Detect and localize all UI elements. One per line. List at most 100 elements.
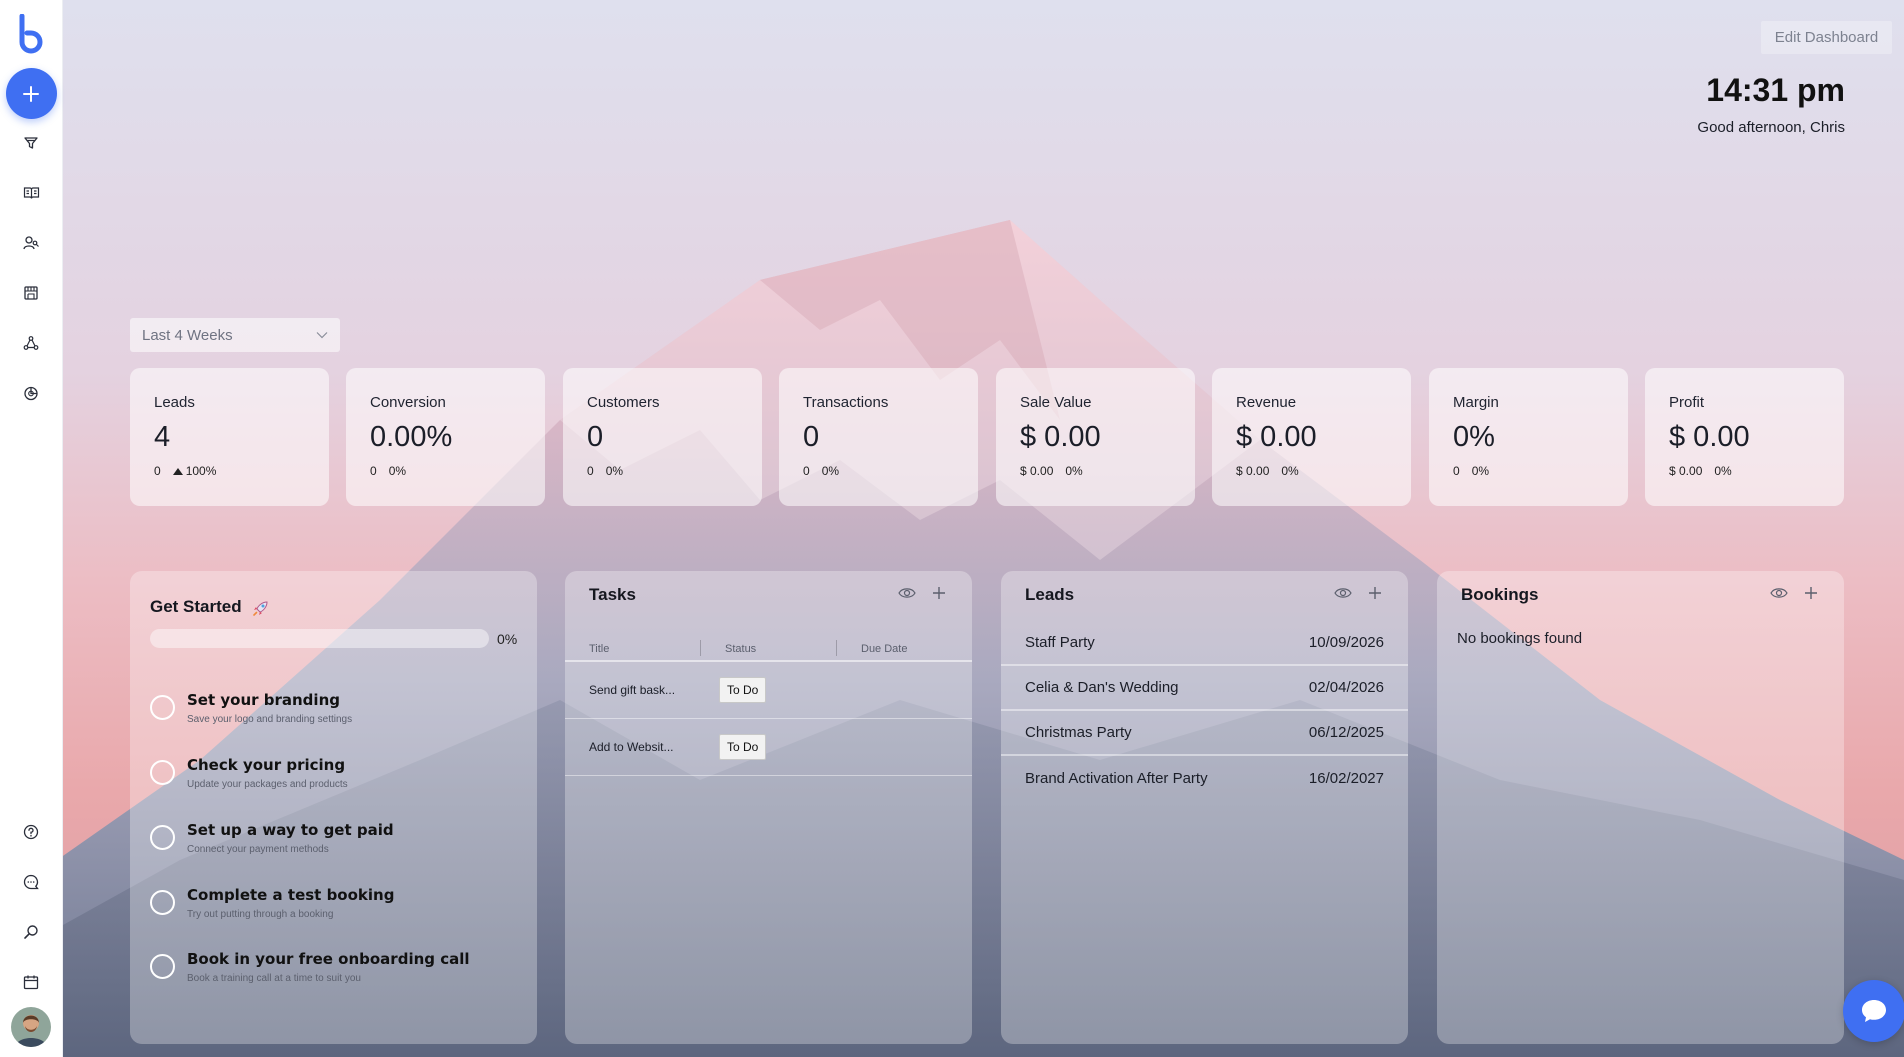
edit-dashboard-button[interactable]: Edit Dashboard [1761,21,1892,54]
checklist-item-pricing[interactable]: Check your pricing Update your packages a… [150,756,348,790]
search-icon[interactable] [16,917,46,947]
checklist-item-onboarding-call[interactable]: Book in your free onboarding call Book a … [150,950,470,984]
onboarding-progress-bar [150,629,489,648]
stat-card-sale-value[interactable]: Sale Value $ 0.00 $ 0.00 0% [996,368,1195,506]
tasks-table-header: Title Status Due Date [565,634,972,662]
date-range-select[interactable]: Last 4 Weeks [130,318,340,352]
list-item[interactable]: Brand Activation After Party 16/02/2027 [1001,756,1408,801]
funnel-icon[interactable] [16,128,46,158]
stat-card-leads[interactable]: Leads 4 0 100% [130,368,329,506]
stat-label: Leads [154,394,195,411]
bookings-panel: Bookings No bookings found [1437,571,1844,1044]
stat-change: 0% [1281,464,1299,478]
user-avatar[interactable] [11,1007,51,1047]
add-icon[interactable] [1368,586,1382,600]
checklist-item-branding[interactable]: Set your branding Save your logo and bran… [150,691,352,725]
get-started-panel: Get Started 0% Set your branding Save you… [130,571,537,1044]
stat-value: 0.00% [370,421,453,453]
checklist-item-test-booking[interactable]: Complete a test booking Try out putting t… [150,886,394,920]
list-item[interactable]: Christmas Party 06/12/2025 [1001,711,1408,756]
list-item[interactable]: Staff Party 10/09/2026 [1001,621,1408,666]
stat-value: 0 [587,421,604,453]
stat-value: 4 [154,421,171,453]
stat-change: 0% [1714,464,1732,478]
stat-value: $ 0.00 [1236,421,1317,453]
column-divider [700,640,701,656]
stat-label: Conversion [370,394,446,411]
stat-card-margin[interactable]: Margin 0% 0 0% [1429,368,1628,506]
panel-title: Leads [1025,585,1075,604]
column-due-date[interactable]: Due Date [861,643,907,655]
stat-change: 100% [185,464,217,478]
lead-name: Christmas Party [1025,724,1132,741]
eye-icon[interactable] [1334,587,1352,599]
help-icon[interactable] [16,817,46,847]
eye-icon[interactable] [1770,587,1788,599]
add-icon[interactable] [932,586,946,600]
checklist-desc: Connect your payment methods [187,844,329,855]
stat-previous: 0 [803,464,810,478]
sidebar-nav-top [16,128,46,408]
stat-label: Profit [1669,394,1705,411]
lead-name: Celia & Dan's Wedding [1025,679,1179,696]
brand-logo[interactable] [16,13,46,54]
empty-state-text: No bookings found [1457,630,1583,647]
store-icon[interactable] [16,278,46,308]
checkbox-circle[interactable] [150,954,175,979]
table-row[interactable]: Send gift bask... To Do [565,663,972,719]
calendar-icon[interactable] [16,967,46,997]
checkbox-circle[interactable] [150,760,175,785]
stat-previous: 0 [370,464,377,478]
lead-date: 10/09/2026 [1308,634,1384,651]
panel-title: Get Started [150,597,242,616]
stat-card-transactions[interactable]: Transactions 0 0 0% [779,368,978,506]
live-chat-button[interactable] [1843,980,1904,1042]
stat-card-profit[interactable]: Profit $ 0.00 $ 0.00 0% [1645,368,1844,506]
column-status[interactable]: Status [725,643,756,655]
checklist-desc: Book a training call at a time to suit y… [187,973,361,984]
stat-change: 0% [1471,464,1490,478]
stat-previous: 0 [1453,464,1460,478]
stat-card-revenue[interactable]: Revenue $ 0.00 $ 0.00 0% [1212,368,1411,506]
book-icon[interactable] [16,178,46,208]
trend-up-icon [172,467,183,475]
tasks-panel: Tasks Title Status Due Date Send gift ba… [565,571,972,1044]
checklist-item-payments[interactable]: Set up a way to get paid Connect your pay… [150,821,394,855]
lead-date: 06/12/2025 [1308,724,1384,741]
leads-panel: Leads Staff Party 10/09/2026 Celia & Dan… [1001,571,1408,1044]
stat-previous: $ 0.00 [1020,464,1054,478]
list-item[interactable]: Celia & Dan's Wedding 02/04/2026 [1001,666,1408,711]
add-button[interactable] [5,68,57,119]
stat-label: Sale Value [1020,394,1092,411]
add-icon[interactable] [1804,586,1818,600]
status-badge[interactable]: To Do [719,677,767,703]
eye-icon[interactable] [898,587,916,599]
stat-card-conversion[interactable]: Conversion 0.00% 0 0% [346,368,545,506]
chat-bubble-icon [1862,1000,1886,1022]
checklist-title: Check your pricing [187,756,346,774]
checkbox-circle[interactable] [150,695,175,720]
stat-card-customers[interactable]: Customers 0 0 0% [563,368,762,506]
stat-label: Revenue [1236,394,1297,411]
checkbox-circle[interactable] [150,825,175,850]
status-badge[interactable]: To Do [719,734,767,760]
lead-name: Brand Activation After Party [1025,770,1208,787]
network-icon[interactable] [16,328,46,358]
checklist-desc: Save your logo and branding settings [187,714,353,725]
reports-icon[interactable] [16,378,46,408]
checklist-title: Set your branding [187,691,340,709]
stat-value: $ 0.00 [1669,421,1750,453]
column-title[interactable]: Title [589,643,609,655]
panel-title: Tasks [589,585,636,604]
chat-icon[interactable] [16,867,46,897]
contacts-icon[interactable] [16,228,46,258]
checkbox-circle[interactable] [150,890,175,915]
table-row[interactable]: Add to Websit... To Do [565,720,972,776]
checklist-title: Complete a test booking [187,886,395,904]
checklist-title: Book in your free onboarding call [187,950,470,968]
sidebar [0,0,63,1057]
stat-change: 0% [388,464,407,478]
checklist-desc: Try out putting through a booking [187,909,334,920]
progress-percent: 0% [497,631,518,647]
checklist-desc: Update your packages and products [187,779,348,790]
